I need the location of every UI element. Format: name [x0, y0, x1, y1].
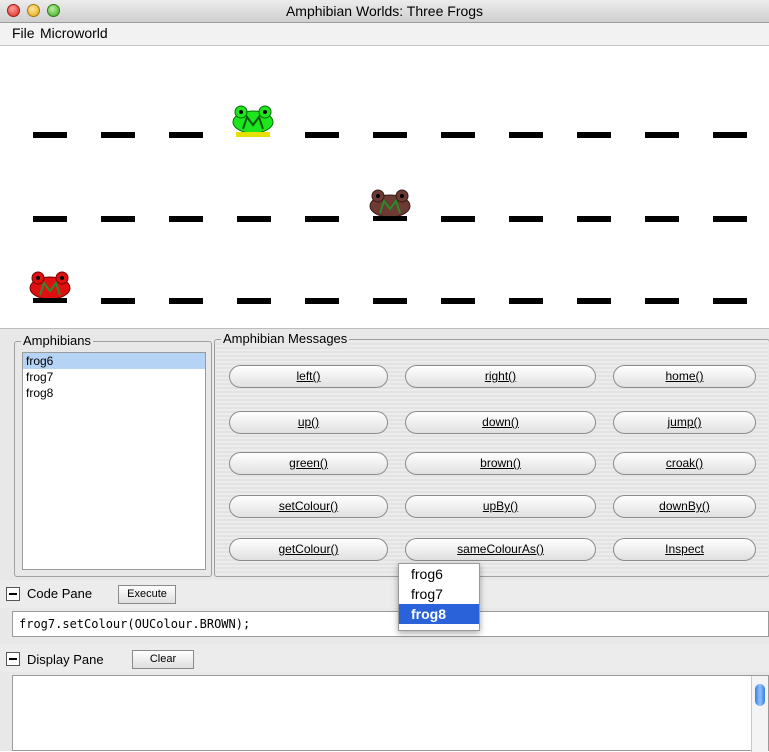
lily-pad [237, 216, 271, 222]
scrollbar-thumb[interactable] [755, 684, 765, 706]
collapse-display-pane-icon[interactable] [6, 652, 20, 666]
lily-pad [509, 298, 543, 304]
lily-pad [237, 298, 271, 304]
down-button[interactable]: down() [405, 411, 596, 434]
collapse-code-pane-icon[interactable] [6, 587, 20, 601]
microworld-canvas [0, 46, 769, 329]
list-item-frog6[interactable]: frog6 [23, 353, 205, 369]
code-input[interactable]: frog7.setColour(OUColour.BROWN); [12, 611, 769, 637]
up-button[interactable]: up() [229, 411, 388, 434]
execute-button[interactable]: Execute [118, 585, 176, 604]
same-colour-as-button[interactable]: sameColourAs() [405, 538, 596, 561]
lily-pad [577, 216, 611, 222]
lily-pad [373, 132, 407, 138]
window-title: Amphibian Worlds: Three Frogs [285, 3, 484, 19]
title-bar: Amphibian Worlds: Three Frogs [0, 0, 769, 23]
menu-microworld[interactable]: Microworld [40, 25, 108, 41]
lily-pad [33, 132, 67, 138]
list-item-frog7[interactable]: frog7 [23, 369, 205, 385]
lily-pad [645, 132, 679, 138]
lily-pad [169, 216, 203, 222]
frog7-icon[interactable] [367, 189, 413, 221]
popup-item-frog6[interactable]: frog6 [399, 564, 479, 584]
left-button[interactable]: left() [229, 365, 388, 388]
lily-pad [101, 132, 135, 138]
lily-pad [373, 298, 407, 304]
amphibian-messages-label: Amphibian Messages [221, 331, 350, 346]
inspect-button[interactable]: Inspect [613, 538, 756, 561]
lily-pad [101, 298, 135, 304]
amphibians-list[interactable]: frog6 frog7 frog8 [22, 352, 206, 570]
frog-chooser-popup[interactable]: frog6 frog7 frog8 [398, 563, 480, 631]
code-pane-label: Code Pane [27, 586, 93, 601]
lily-pad [509, 216, 543, 222]
lily-pad [169, 298, 203, 304]
lily-pad [713, 216, 747, 222]
right-button[interactable]: right() [405, 365, 596, 388]
lily-pad [33, 216, 67, 222]
menu-file[interactable]: File [12, 25, 35, 41]
home-button[interactable]: home() [613, 365, 756, 388]
lily-pad [305, 132, 339, 138]
lily-pad [441, 132, 475, 138]
lily-pad [305, 216, 339, 222]
display-pane-header: Display Pane Clear [0, 644, 769, 672]
display-scrollbar[interactable] [751, 676, 768, 752]
down-by-button[interactable]: downBy() [613, 495, 756, 518]
set-colour-button[interactable]: setColour() [229, 495, 388, 518]
green-button[interactable]: green() [229, 452, 388, 475]
frog8-icon[interactable] [27, 271, 73, 303]
lily-pad [645, 298, 679, 304]
popup-item-frog7[interactable]: frog7 [399, 584, 479, 604]
frog6-icon[interactable] [230, 105, 276, 137]
brown-button[interactable]: brown() [405, 452, 596, 475]
lily-pad [713, 132, 747, 138]
lily-pad [169, 132, 203, 138]
lily-pad [441, 298, 475, 304]
lily-pad [713, 298, 747, 304]
lily-pad [441, 216, 475, 222]
display-pane-label: Display Pane [27, 652, 104, 667]
menu-bar: File Microworld [0, 23, 769, 46]
amphibians-label: Amphibians [21, 333, 93, 348]
lily-pad [101, 216, 135, 222]
popup-item-frog8[interactable]: frog8 [399, 604, 479, 624]
jump-button[interactable]: jump() [613, 411, 756, 434]
clear-button[interactable]: Clear [132, 650, 194, 669]
display-output [12, 675, 769, 752]
lily-pad [645, 216, 679, 222]
lily-pad [577, 132, 611, 138]
lily-pad [577, 298, 611, 304]
get-colour-button[interactable]: getColour() [229, 538, 388, 561]
lily-pad [509, 132, 543, 138]
up-by-button[interactable]: upBy() [405, 495, 596, 518]
croak-button[interactable]: croak() [613, 452, 756, 475]
lily-pad [305, 298, 339, 304]
list-item-frog8[interactable]: frog8 [23, 385, 205, 401]
code-pane-header: Code Pane Execute [0, 580, 769, 608]
